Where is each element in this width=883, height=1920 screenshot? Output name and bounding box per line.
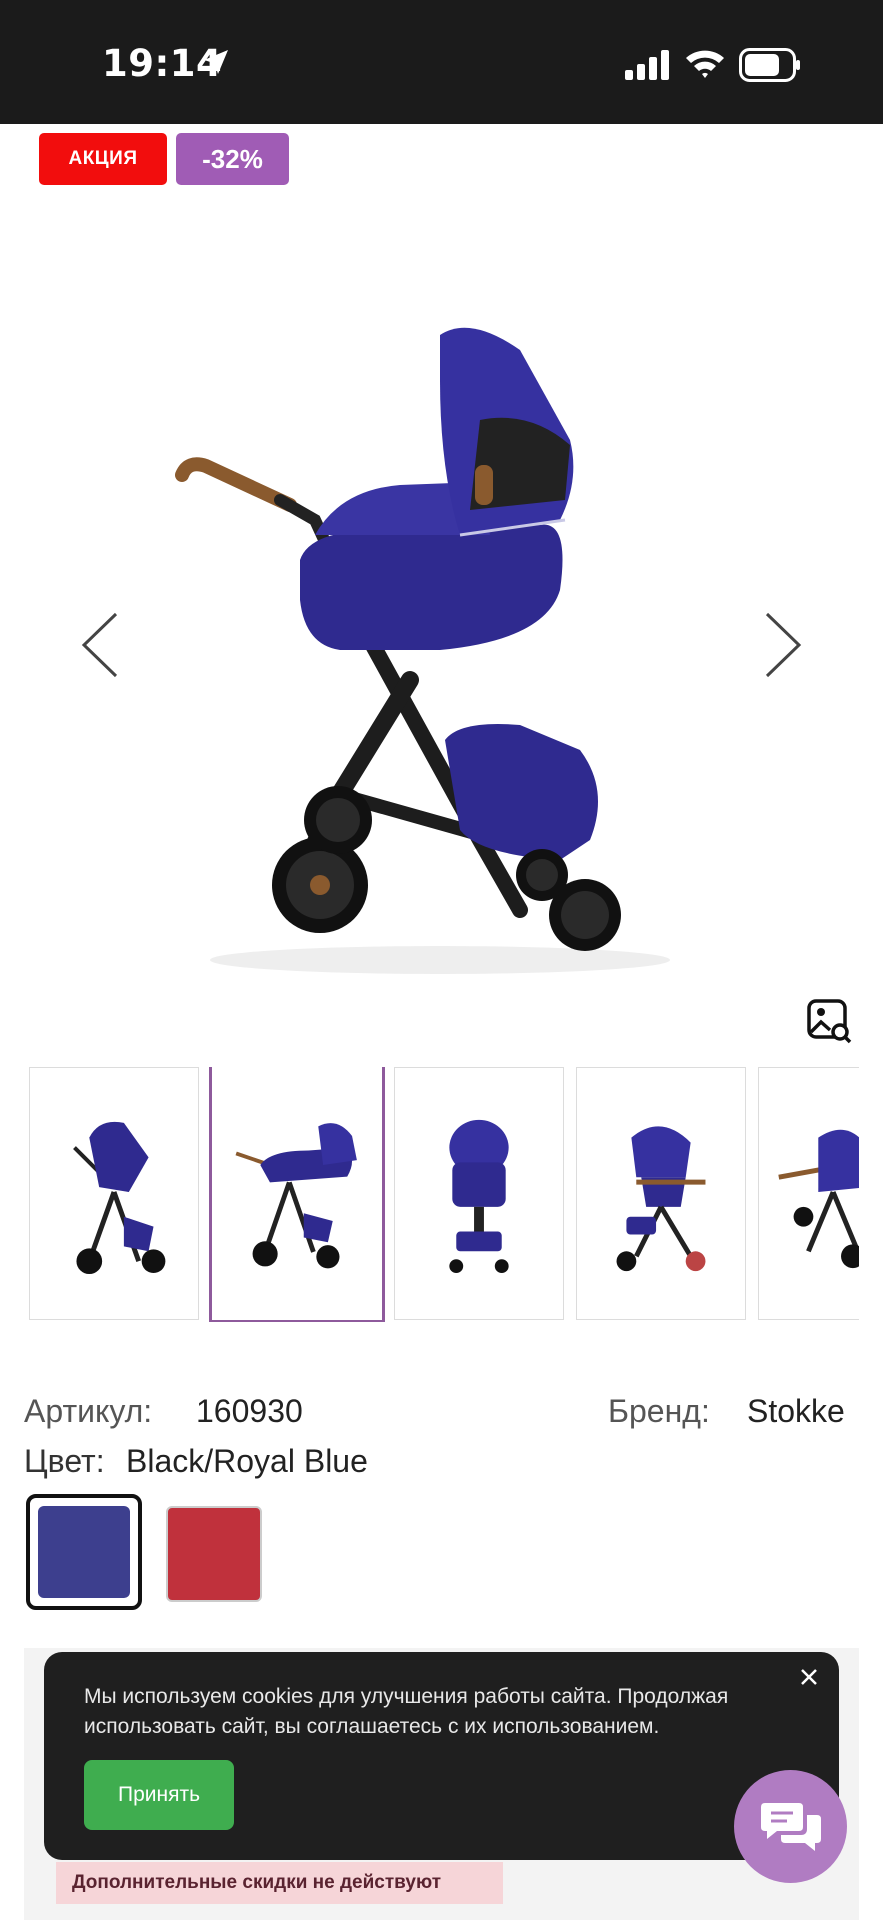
sale-badge: АКЦИЯ	[39, 133, 167, 185]
sku-value: 160930	[196, 1393, 303, 1429]
stroller-carrycot-thumb-image	[235, 1123, 357, 1269]
battery-icon	[739, 48, 800, 82]
chevron-left-icon[interactable]	[78, 610, 122, 680]
thumbnail-2[interactable]	[209, 1067, 385, 1322]
cellular-signal-icon	[625, 50, 669, 80]
close-icon[interactable]	[794, 1662, 824, 1692]
discount-badge: -32%	[176, 133, 289, 185]
brand-label: Бренд:	[608, 1393, 710, 1429]
location-arrow-icon	[204, 50, 228, 74]
thumbnail-3[interactable]	[394, 1067, 564, 1320]
status-bar: 19:14	[0, 0, 883, 124]
promo-note: Дополнительные скидки не действуют	[56, 1862, 503, 1904]
stroller-front-thumb-image	[449, 1119, 509, 1274]
swatch-color-blue	[38, 1506, 130, 1598]
cookie-banner: Мы используем cookies для улучшения рабо…	[44, 1652, 839, 1860]
thumbnail-strip	[29, 1067, 859, 1322]
thumbnail-4[interactable]	[576, 1067, 746, 1320]
thumbnail-1[interactable]	[29, 1067, 199, 1320]
color-label: Цвет:	[24, 1443, 105, 1479]
product-main-image[interactable]	[140, 320, 740, 1000]
thumbnail-5[interactable]	[758, 1067, 859, 1320]
chevron-right-icon[interactable]	[761, 610, 805, 680]
sku-label: Артикул:	[24, 1393, 153, 1429]
swatch-red[interactable]	[160, 1494, 276, 1610]
color-value: Black/Royal Blue	[126, 1443, 368, 1479]
cookie-accept-button[interactable]: Принять	[84, 1760, 234, 1830]
wifi-icon	[686, 50, 724, 78]
cookie-text: Мы используем cookies для улучшения рабо…	[84, 1685, 729, 1738]
swatch-royal-blue[interactable]	[26, 1494, 142, 1610]
chat-button[interactable]	[734, 1770, 847, 1883]
stroller-seat-angle-thumb-image	[616, 1126, 706, 1272]
brand-value[interactable]: Stokke	[747, 1393, 845, 1430]
stroller-back-thumb-image	[778, 1129, 859, 1269]
stroller-seat-thumb-image	[73, 1121, 166, 1275]
chat-bubbles-icon	[760, 1802, 821, 1851]
swatch-color-red	[166, 1506, 262, 1602]
image-zoom-icon[interactable]	[806, 998, 852, 1044]
